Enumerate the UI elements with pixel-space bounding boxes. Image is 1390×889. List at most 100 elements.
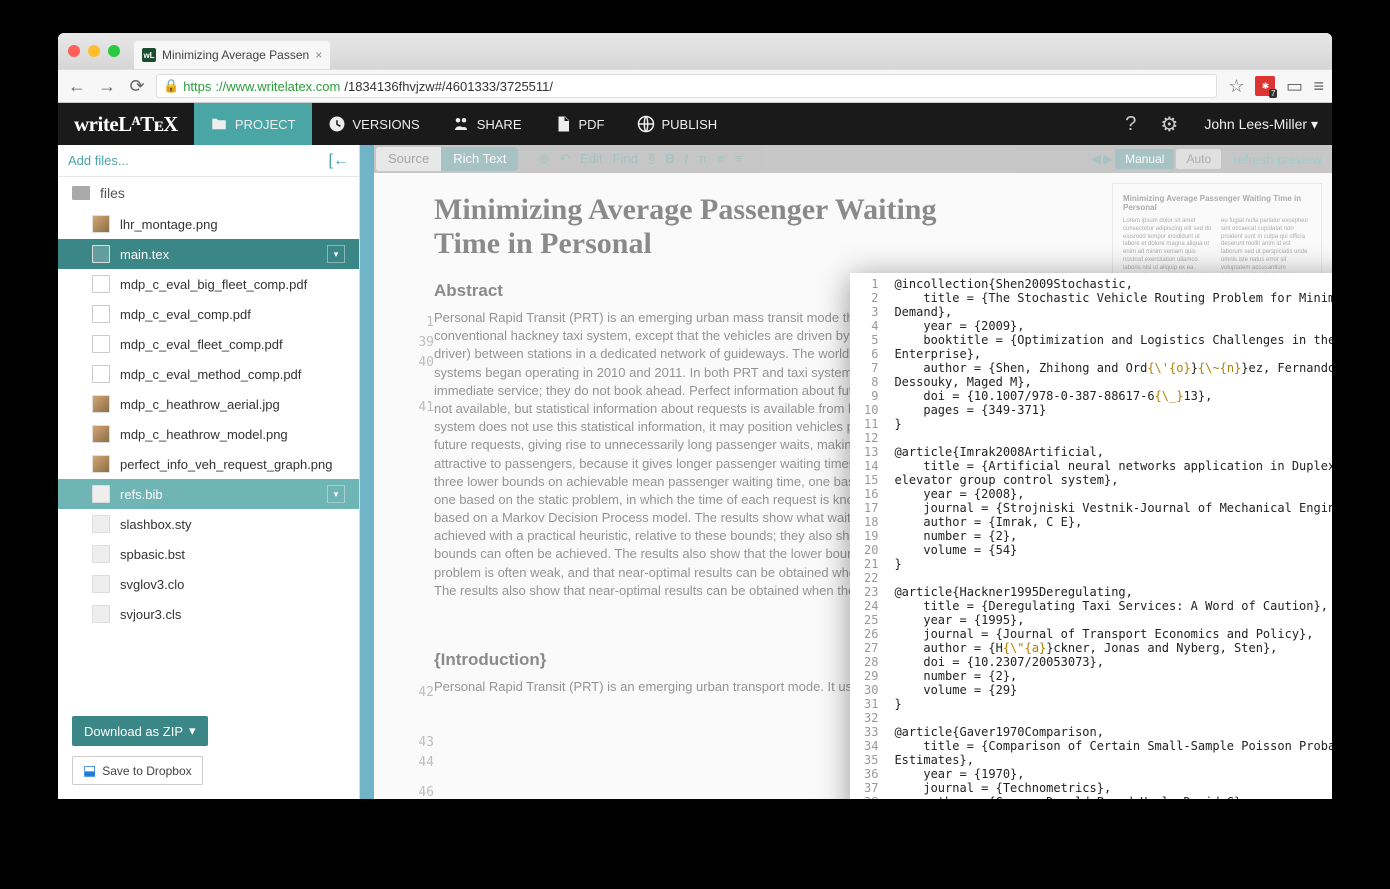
file-icon: [92, 425, 110, 443]
code-editor[interactable]: 1 2 3 4 5 6 7 8 9 10 11 12 13 14 15 16 1…: [850, 273, 1332, 799]
file-icon: [92, 515, 110, 533]
close-window-button[interactable]: [68, 45, 80, 57]
file-row[interactable]: svglov3.clo: [58, 569, 359, 599]
document-title: Minimizing Average Passenger Waiting Tim…: [434, 193, 994, 261]
file-row[interactable]: perfect_info_veh_request_graph.png: [58, 449, 359, 479]
manual-mode-button[interactable]: Manual: [1115, 149, 1174, 169]
chrome-address-bar: ← → ⟳ 🔒 https://www.writelatex.com/18341…: [58, 69, 1332, 103]
file-name-label: mdp_c_eval_method_comp.pdf: [120, 367, 301, 382]
italic-icon[interactable]: I: [685, 151, 689, 167]
globe-icon: [637, 115, 655, 133]
file-icon: [92, 575, 110, 593]
file-name-label: perfect_info_veh_request_graph.png: [120, 457, 333, 472]
tab-close-icon[interactable]: ×: [315, 48, 322, 62]
file-row[interactable]: svjour3.cls: [58, 599, 359, 629]
file-row[interactable]: mdp_c_heathrow_aerial.jpg: [58, 389, 359, 419]
file-icon: [92, 485, 110, 503]
tab-title: Minimizing Average Passen: [162, 48, 309, 62]
refresh-preview-link[interactable]: refresh preview: [1233, 152, 1322, 167]
bookmark-icon[interactable]: ☆: [1225, 76, 1247, 97]
user-menu[interactable]: John Lees-Miller ▾: [1190, 116, 1332, 133]
share-icon: [452, 115, 470, 133]
list-ol-icon[interactable]: ≡: [717, 151, 725, 167]
bold-icon[interactable]: B: [665, 151, 674, 167]
file-row[interactable]: lhr_montage.png: [58, 209, 359, 239]
plus-icon[interactable]: ⊕: [538, 151, 549, 167]
file-name-label: main.tex: [120, 247, 169, 262]
find-menu[interactable]: Find: [613, 151, 638, 167]
richtext-tab[interactable]: Rich Text: [441, 147, 518, 171]
url-domain: ://www.writelatex.com: [215, 79, 340, 94]
file-icon: [92, 275, 110, 293]
file-icon: [92, 455, 110, 473]
publish-button[interactable]: PUBLISH: [621, 103, 734, 145]
prev-arrow-icon[interactable]: ◀: [1091, 151, 1101, 167]
file-row[interactable]: refs.bib ▾: [58, 479, 359, 509]
file-row[interactable]: mdp_c_eval_comp.pdf: [58, 299, 359, 329]
share-button[interactable]: SHARE: [436, 103, 538, 145]
section-icon[interactable]: §: [648, 151, 655, 167]
undo-icon[interactable]: ↶: [559, 151, 570, 167]
zoom-window-button[interactable]: [108, 45, 120, 57]
pi-icon[interactable]: π: [698, 151, 707, 167]
gear-icon[interactable]: ⚙: [1148, 112, 1190, 137]
writelatex-logo[interactable]: writeLᴬTᴇX: [58, 112, 194, 137]
file-menu-caret-icon[interactable]: ▾: [327, 485, 345, 503]
download-zip-button[interactable]: Download as ZIP ▾: [72, 716, 208, 746]
file-row[interactable]: mdp_c_eval_method_comp.pdf: [58, 359, 359, 389]
pdf-button[interactable]: PDF: [538, 103, 621, 145]
source-tab[interactable]: Source: [376, 147, 441, 171]
chevron-down-icon: ▾: [189, 723, 196, 739]
extension-icon[interactable]: ✱7: [1255, 76, 1275, 96]
file-row[interactable]: mdp_c_eval_big_fleet_comp.pdf: [58, 269, 359, 299]
file-name-label: refs.bib: [120, 487, 163, 502]
file-menu-caret-icon[interactable]: ▾: [327, 245, 345, 263]
file-row[interactable]: slashbox.sty: [58, 509, 359, 539]
auto-mode-button[interactable]: Auto: [1176, 149, 1221, 169]
code-line-gutter: 1 2 3 4 5 6 7 8 9 10 11 12 13 14 15 16 1…: [850, 273, 886, 799]
window-controls: [68, 45, 120, 57]
file-name-label: svjour3.cls: [120, 607, 181, 622]
history-icon: [328, 115, 346, 133]
minimize-window-button[interactable]: [88, 45, 100, 57]
sidebar-collapse-icon[interactable]: [←: [329, 152, 349, 170]
dropbox-icon: ⬓: [83, 762, 96, 779]
forward-button[interactable]: →: [96, 76, 118, 97]
help-icon[interactable]: ?: [1113, 113, 1148, 136]
panel-icon[interactable]: ▭: [1283, 76, 1305, 97]
code-content[interactable]: @incollection{Shen2009Stochastic, title …: [886, 273, 1332, 799]
browser-tab[interactable]: wL Minimizing Average Passen ×: [134, 41, 330, 69]
tab-favicon: wL: [142, 48, 156, 62]
file-row[interactable]: mdp_c_eval_fleet_comp.pdf: [58, 329, 359, 359]
file-icon: [92, 305, 110, 323]
bib-popup: 1 2 3 4 5 6 7 8 9 10 11 12 13 14 15 16 1…: [850, 273, 1332, 799]
browser-window: wL Minimizing Average Passen × ← → ⟳ 🔒 h…: [58, 33, 1332, 799]
line-gutter: 46: [404, 783, 434, 799]
files-section-header[interactable]: files: [58, 177, 359, 209]
chrome-menu-icon[interactable]: ≡: [1313, 76, 1324, 97]
file-row[interactable]: spbasic.bst: [58, 539, 359, 569]
file-name-label: mdp_c_heathrow_model.png: [120, 427, 288, 442]
next-arrow-icon[interactable]: ▶: [1103, 151, 1113, 167]
list-ul-icon[interactable]: ≡: [735, 151, 743, 167]
project-button[interactable]: PROJECT: [194, 103, 312, 145]
line-gutter: 13940: [404, 313, 434, 373]
versions-label: VERSIONS: [353, 117, 420, 132]
file-list: lhr_montage.png main.tex ▾ mdp_c_eval_big_f…: [58, 209, 359, 629]
url-input[interactable]: 🔒 https://www.writelatex.com/1834136fhvj…: [156, 74, 1217, 98]
file-name-label: slashbox.sty: [120, 517, 192, 532]
file-row[interactable]: mdp_c_heathrow_model.png: [58, 419, 359, 449]
back-button[interactable]: ←: [66, 76, 88, 97]
file-name-label: svglov3.clo: [120, 577, 184, 592]
line-gutter: 4344: [404, 733, 434, 773]
editor-area: Source Rich Text ⊕ ↶ Edit Find § B I π ≡…: [360, 145, 1332, 799]
lock-icon: 🔒: [163, 78, 179, 94]
versions-button[interactable]: VERSIONS: [312, 103, 436, 145]
edit-menu[interactable]: Edit: [580, 151, 602, 167]
save-to-dropbox-button[interactable]: ⬓Save to Dropbox: [72, 756, 203, 785]
add-files-link[interactable]: Add files...: [68, 153, 129, 168]
file-row[interactable]: main.tex ▾: [58, 239, 359, 269]
editor-toolbar: Source Rich Text ⊕ ↶ Edit Find § B I π ≡…: [374, 145, 1332, 173]
file-icon: [92, 215, 110, 233]
reload-button[interactable]: ⟳: [126, 76, 148, 97]
